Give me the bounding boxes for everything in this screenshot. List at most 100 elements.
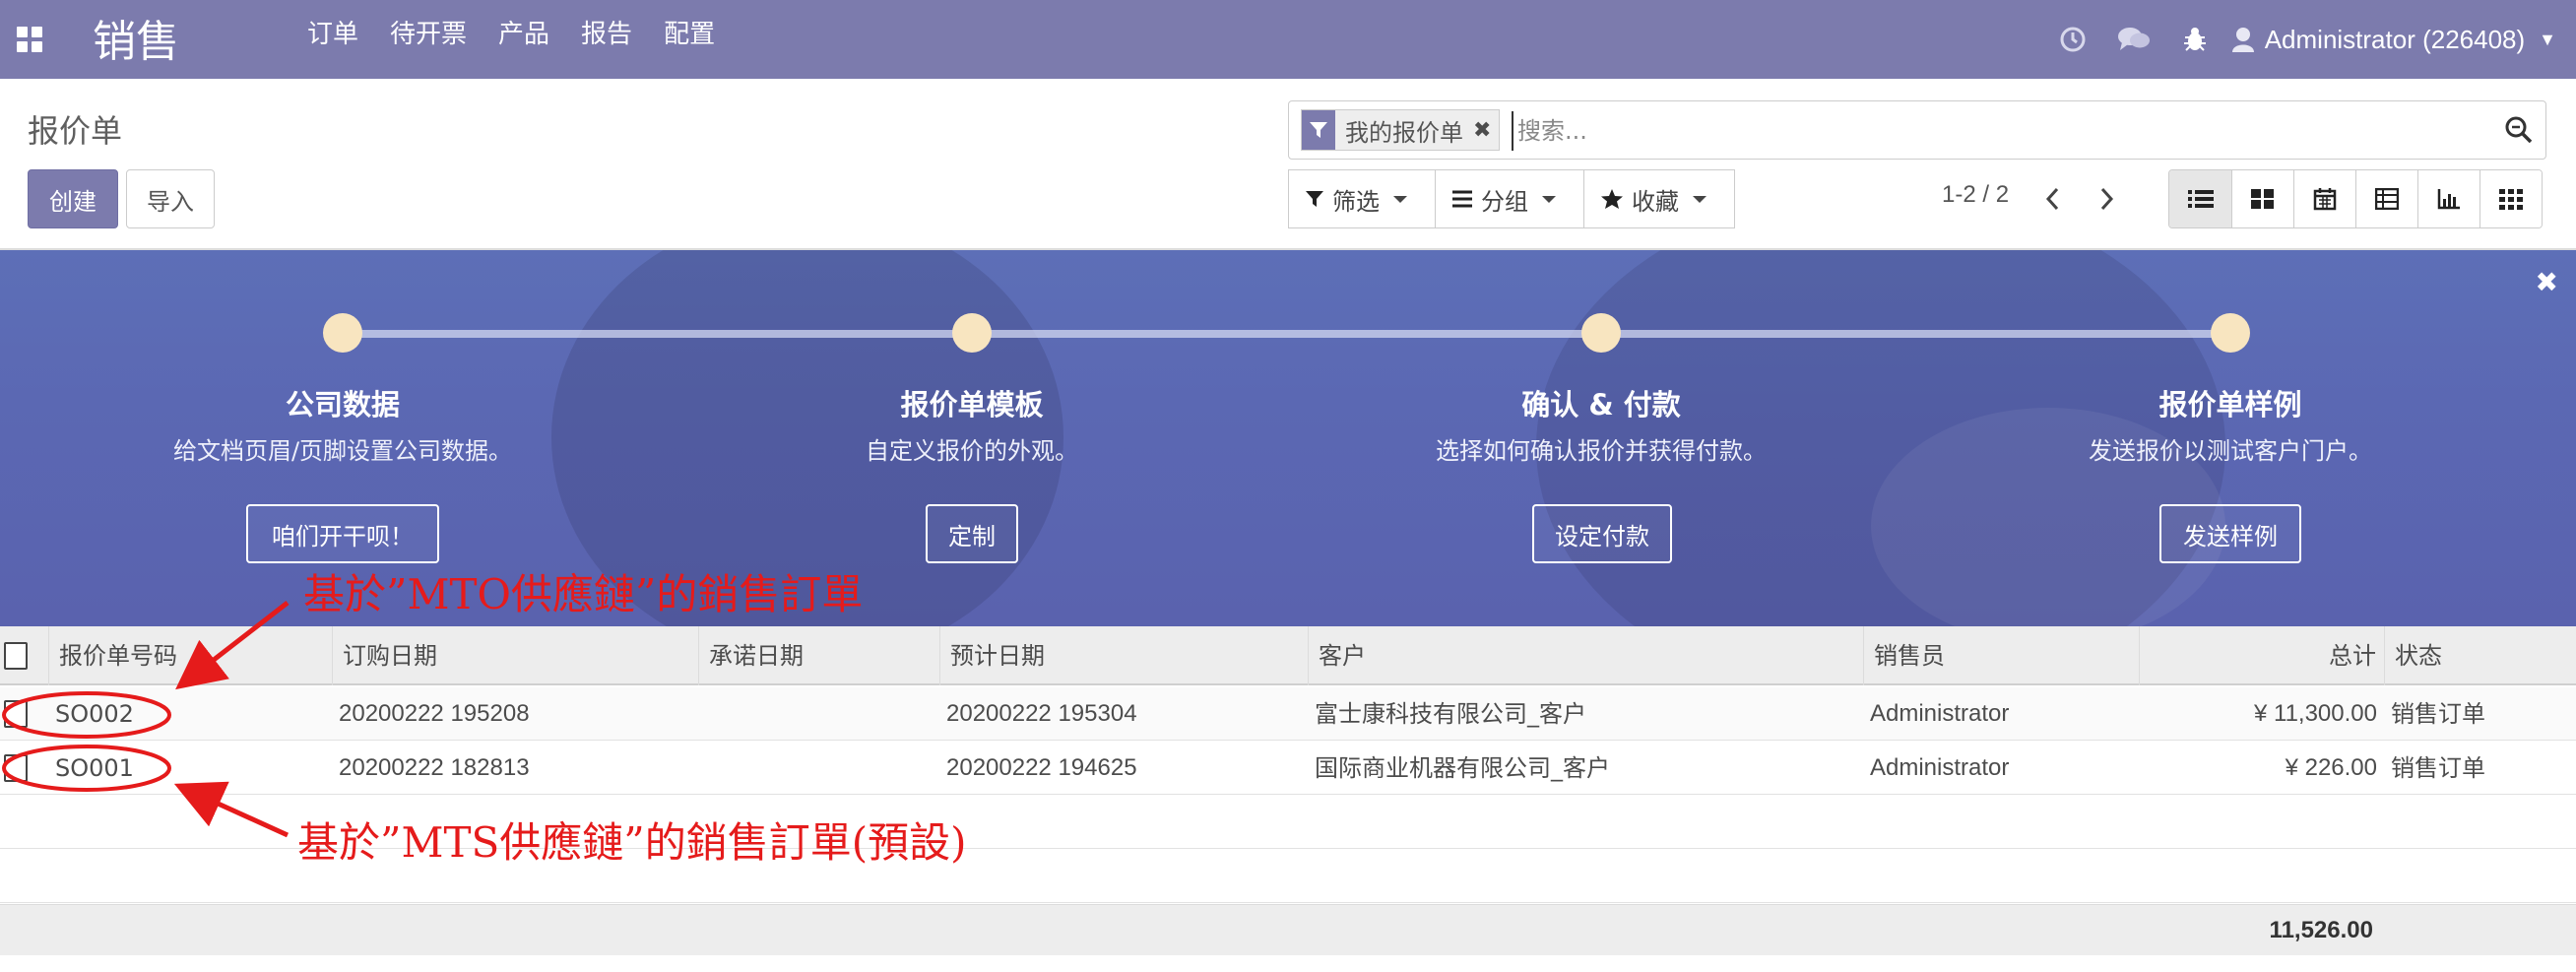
facet-label: 我的报价单 — [1345, 118, 1463, 147]
app-brand: 销售 — [93, 17, 179, 67]
chevron-down-icon: ▼ — [2539, 29, 2556, 49]
column-header-number[interactable]: 报价单号码 — [49, 626, 333, 685]
pager-value[interactable]: 1-2 / 2 — [1942, 181, 2009, 209]
cell-number: SO002 — [55, 700, 134, 728]
table-row[interactable]: SO001 20200222 182813 20200222 194625 国际… — [0, 742, 2576, 795]
control-panel: 报价单 创建 导入 我的报价单 ✖ 筛选 分组 收藏 1-2 / 2 — [0, 79, 2576, 250]
annotation-mto: 基於”MTO供應鏈”的銷售訂單 — [303, 570, 864, 618]
column-header-order-date[interactable]: 订购日期 — [333, 626, 699, 685]
table-header: 报价单号码 订购日期 承诺日期 预计日期 客户 销售员 总计 状态 — [0, 626, 2576, 685]
cell-total: ¥ 11,300.00 — [2253, 700, 2377, 727]
column-header-status[interactable]: 状态 — [2385, 626, 2576, 685]
facet-remove-icon[interactable]: ✖ — [1473, 118, 1499, 143]
import-button[interactable]: 导入 — [126, 169, 215, 228]
menu-item-reporting[interactable]: 报告 — [565, 0, 648, 79]
filter-facet-icon — [1302, 110, 1335, 150]
column-header-customer[interactable]: 客户 — [1309, 626, 1864, 685]
step-button[interactable]: 定制 — [926, 504, 1018, 563]
favorites-label: 收藏 — [1632, 187, 1679, 216]
column-header-commitment-date[interactable]: 承诺日期 — [699, 626, 940, 685]
cell-customer: 富士康科技有限公司_客户 — [1315, 700, 1586, 728]
favorites-dropdown[interactable]: 收藏 — [1583, 169, 1735, 228]
apps-menu-icon[interactable] — [14, 24, 43, 53]
cell-expected-date: 20200222 194625 — [946, 754, 1137, 781]
filter-dropdown[interactable]: 筛选 — [1288, 169, 1436, 228]
cell-order-date: 20200222 195208 — [339, 700, 530, 727]
top-navbar: 销售 订单 待开票 产品 报告 配置 Administrator (226408… — [0, 0, 2576, 79]
debug-bug-icon[interactable] — [2170, 5, 2220, 74]
column-header-salesperson[interactable]: 销售员 — [1864, 626, 2140, 685]
cell-status: 销售订单 — [2391, 700, 2485, 728]
cell-status: 销售订单 — [2391, 754, 2485, 782]
cell-expected-date: 20200222 195304 — [946, 700, 1137, 727]
search-facet: 我的报价单 ✖ — [1301, 109, 1501, 151]
step-dot — [1581, 313, 1621, 353]
menu-item-configuration[interactable]: 配置 — [648, 0, 731, 79]
calendar-view-icon[interactable] — [2293, 170, 2355, 227]
step-title: 报价单模板 — [900, 388, 1044, 421]
step-button[interactable]: 咱们开干呗！ — [246, 504, 439, 563]
cell-salesperson: Administrator — [1870, 754, 2010, 781]
breadcrumb: 报价单 — [28, 112, 123, 150]
pivot-view-icon[interactable] — [2355, 170, 2417, 227]
cell-number: SO001 — [55, 754, 134, 782]
cell-total: ¥ 226.00 — [2285, 754, 2377, 781]
select-all-cell — [0, 626, 49, 685]
search-icon[interactable] — [2504, 115, 2534, 149]
step-description: 给文档页眉/页脚设置公司数据。 — [172, 437, 513, 465]
step-button[interactable]: 设定付款 — [1532, 504, 1672, 563]
step-button[interactable]: 发送样例 — [2159, 504, 2301, 563]
menu-item-to-invoice[interactable]: 待开票 — [374, 0, 483, 79]
progress-track — [343, 330, 2231, 338]
systray: Administrator (226408) ▼ — [2048, 0, 2556, 79]
menu-item-orders[interactable]: 订单 — [291, 0, 374, 79]
row-checkbox[interactable] — [4, 700, 28, 728]
view-switcher — [2168, 169, 2543, 228]
create-button[interactable]: 创建 — [28, 169, 118, 228]
star-icon — [1600, 188, 1624, 210]
kanban-view-icon[interactable] — [2231, 170, 2293, 227]
pager-next-icon[interactable] — [2082, 173, 2131, 225]
step-title: 公司数据 — [285, 388, 400, 421]
pager-previous-icon[interactable] — [2029, 173, 2078, 225]
caret-down-icon — [1542, 195, 1556, 203]
user-avatar-icon — [2231, 28, 2254, 52]
group-by-dropdown[interactable]: 分组 — [1435, 169, 1584, 228]
list-view-icon[interactable] — [2169, 170, 2231, 227]
banner-close-icon[interactable]: ✖ — [2536, 266, 2558, 298]
step-dot — [323, 313, 362, 353]
graph-view-icon[interactable] — [2417, 170, 2479, 227]
search-box: 我的报价单 ✖ — [1288, 100, 2546, 160]
step-description: 选择如何确认报价并获得付款。 — [1436, 437, 1767, 465]
step-description: 自定义报价的外观。 — [866, 437, 1078, 465]
user-name: Administrator (226408) — [2264, 24, 2526, 54]
step-title: 报价单样例 — [2158, 388, 2302, 421]
column-header-total[interactable]: 总计 — [2140, 626, 2385, 685]
user-menu[interactable]: Administrator (226408) ▼ — [2231, 25, 2556, 55]
step-title: 确认 & 付款 — [1521, 388, 1681, 421]
row-checkbox[interactable] — [4, 754, 28, 782]
table-row[interactable]: SO002 20200222 195208 20200222 195304 富士… — [0, 687, 2576, 741]
grid-view-icon[interactable] — [2479, 170, 2542, 227]
cell-order-date: 20200222 182813 — [339, 754, 530, 781]
footer-total: 11,526.00 — [2269, 917, 2373, 943]
top-menu: 订单 待开票 产品 报告 配置 — [291, 0, 731, 79]
group-by-label: 分组 — [1481, 187, 1528, 216]
table-footer: 11,526.00 — [0, 904, 2576, 955]
cell-salesperson: Administrator — [1870, 700, 2010, 727]
select-all-checkbox[interactable] — [4, 642, 28, 670]
discuss-chat-icon[interactable] — [2109, 5, 2158, 74]
activity-clock-icon[interactable] — [2048, 5, 2097, 74]
column-header-expected-date[interactable]: 预计日期 — [940, 626, 1309, 685]
quotations-list: 报价单号码 订购日期 承诺日期 预计日期 客户 销售员 总计 状态 SO002 … — [0, 626, 2576, 972]
search-input[interactable] — [1512, 111, 2477, 151]
bars-icon — [1451, 189, 1473, 209]
step-dot — [952, 313, 992, 353]
annotation-mts: 基於”MTS供應鏈”的銷售訂單(預設) — [297, 818, 967, 867]
caret-down-icon — [1693, 195, 1707, 203]
filter-icon — [1305, 189, 1324, 209]
menu-item-products[interactable]: 产品 — [483, 0, 565, 79]
cell-customer: 国际商业机器有限公司_客户 — [1315, 754, 1610, 782]
filter-label: 筛选 — [1332, 187, 1380, 216]
caret-down-icon — [1393, 195, 1407, 203]
